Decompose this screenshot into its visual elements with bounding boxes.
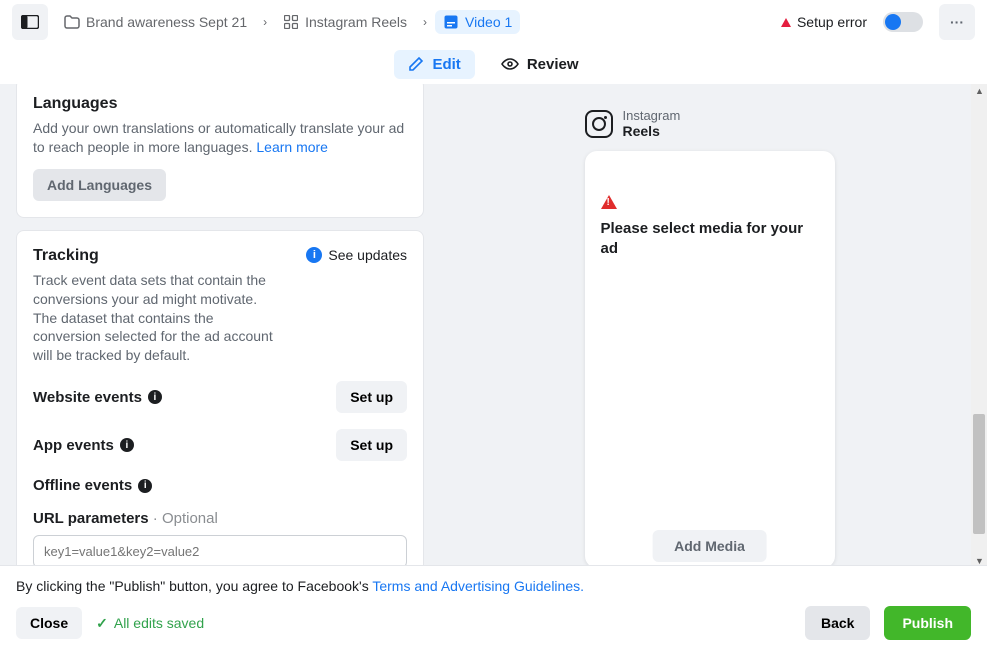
preview-header: Instagram Reels <box>585 108 835 139</box>
top-bar: Brand awareness Sept 21 › Instagram Reel… <box>0 0 987 44</box>
app-events-row: App eventsi Set up <box>33 429 407 461</box>
languages-learn-more-link[interactable]: Learn more <box>256 139 328 155</box>
tab-review[interactable]: Review <box>487 50 593 79</box>
website-events-label: Website eventsi <box>33 389 162 406</box>
preview-platform: Instagram <box>623 108 681 123</box>
tracking-card: i See updates Tracking Track event data … <box>16 230 424 568</box>
info-icon[interactable]: i <box>148 390 162 404</box>
breadcrumb-campaign-label: Brand awareness Sept 21 <box>86 14 247 30</box>
languages-desc: Add your own translations or automatical… <box>33 119 407 157</box>
see-updates-label: See updates <box>328 247 407 263</box>
mode-tabs: Edit Review <box>0 44 987 84</box>
content-area: Languages Add your own translations or a… <box>0 84 987 568</box>
app-events-setup-button[interactable]: Set up <box>336 429 407 461</box>
languages-title: Languages <box>33 95 407 113</box>
breadcrumb-campaign[interactable]: Brand awareness Sept 21 <box>56 10 255 34</box>
preview-column: Instagram Reels Please select media for … <box>432 84 987 568</box>
status-error: Setup error <box>781 14 867 30</box>
tracking-desc: Track event data sets that contain the c… <box>33 271 273 365</box>
save-status: ✓ All edits saved <box>96 615 204 632</box>
scroll-up-icon[interactable]: ▲ <box>975 86 984 96</box>
see-updates-link[interactable]: i See updates <box>306 247 407 263</box>
website-events-row: Website eventsi Set up <box>33 381 407 413</box>
info-icon: i <box>306 247 322 263</box>
dots-icon: ··· <box>950 14 964 30</box>
scrollbar-thumb[interactable] <box>973 414 985 534</box>
pencil-icon <box>408 56 424 72</box>
tab-review-label: Review <box>527 56 579 73</box>
eye-icon <box>501 58 519 70</box>
breadcrumb: Brand awareness Sept 21 › Instagram Reel… <box>56 10 773 34</box>
info-icon[interactable]: i <box>138 479 152 493</box>
url-params-label: URL parameters · Optional <box>33 510 407 527</box>
add-languages-button[interactable]: Add Languages <box>33 169 166 201</box>
add-media-button[interactable]: Add Media <box>652 530 767 562</box>
footer-actions: Close ✓ All edits saved Back Publish <box>16 606 971 640</box>
breadcrumb-adset-label: Instagram Reels <box>305 14 407 30</box>
info-icon[interactable]: i <box>120 438 134 452</box>
url-params-input[interactable] <box>33 535 407 568</box>
breadcrumb-ad[interactable]: Video 1 <box>435 10 520 34</box>
offline-events-label: Offline eventsi <box>33 477 152 494</box>
chevron-right-icon: › <box>263 15 267 29</box>
save-status-label: All edits saved <box>114 615 204 631</box>
settings-column: Languages Add your own translations or a… <box>0 84 432 568</box>
back-button[interactable]: Back <box>805 606 870 640</box>
breadcrumb-adset[interactable]: Instagram Reels <box>275 10 415 34</box>
footer: By clicking the "Publish" button, you ag… <box>0 565 987 654</box>
preview-format: Reels <box>623 123 681 139</box>
instagram-icon <box>585 110 613 138</box>
warning-icon <box>781 18 791 27</box>
breadcrumb-ad-label: Video 1 <box>465 14 512 30</box>
activation-toggle[interactable] <box>883 12 923 32</box>
grid-icon <box>283 14 299 30</box>
warning-icon <box>601 195 617 209</box>
offline-events-row: Offline eventsi <box>33 477 407 494</box>
publish-button[interactable]: Publish <box>884 606 971 640</box>
tab-edit-label: Edit <box>432 56 460 73</box>
preview-empty-message: Please select media for your ad <box>601 219 819 258</box>
preview-frame: Please select media for your ad Add Medi… <box>585 151 835 568</box>
close-button[interactable]: Close <box>16 607 82 639</box>
terms-link[interactable]: Terms and Advertising Guidelines. <box>372 578 584 594</box>
languages-card: Languages Add your own translations or a… <box>16 84 424 218</box>
ad-icon <box>443 14 459 30</box>
preview-header-text: Instagram Reels <box>623 108 681 139</box>
status-error-label: Setup error <box>797 14 867 30</box>
more-menu-button[interactable]: ··· <box>939 4 975 40</box>
publish-disclaimer: By clicking the "Publish" button, you ag… <box>16 578 971 594</box>
chevron-right-icon: › <box>423 15 427 29</box>
toggle-knob <box>885 14 901 30</box>
scrollbar[interactable]: ▲ ▼ <box>971 84 987 568</box>
folder-icon <box>64 14 80 30</box>
panel-toggle-button[interactable] <box>12 4 48 40</box>
tab-edit[interactable]: Edit <box>394 50 474 79</box>
panel-icon <box>21 15 39 29</box>
website-events-setup-button[interactable]: Set up <box>336 381 407 413</box>
check-icon: ✓ <box>96 615 108 632</box>
app-events-label: App eventsi <box>33 437 134 454</box>
